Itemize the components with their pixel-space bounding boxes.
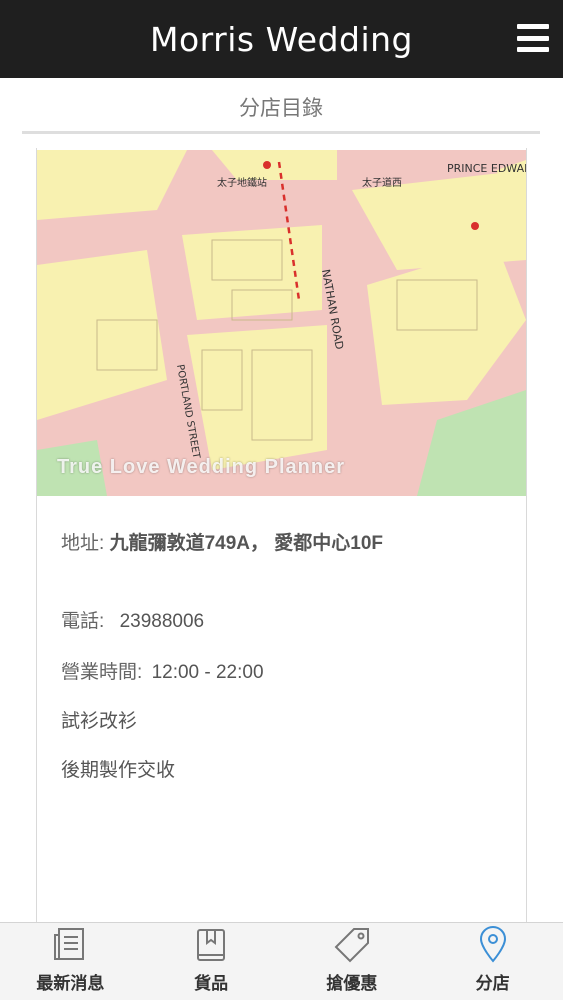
service-item: 試衫改衫 xyxy=(61,711,138,732)
tab-offers[interactable]: 搶優惠 xyxy=(282,923,423,1000)
map-watermark: True Love Wedding Planner xyxy=(57,456,346,478)
tab-news[interactable]: 最新消息 xyxy=(0,923,141,1000)
hours-row: 營業時間: 12:00 - 22:00 xyxy=(61,657,264,684)
hours-value: 12:00 - 22:00 xyxy=(151,662,264,683)
tab-products[interactable]: 貨品 xyxy=(141,923,282,1000)
tag-icon xyxy=(334,928,369,963)
hours-label: 營業時間: xyxy=(61,662,143,683)
tab-label: 貨品 xyxy=(194,974,229,993)
hamburger-menu-icon[interactable] xyxy=(517,24,549,52)
news-icon xyxy=(54,928,85,960)
tab-label: 最新消息 xyxy=(36,974,105,993)
phone-label: 電話: xyxy=(61,611,105,632)
page-title: 分店目錄 xyxy=(22,92,540,134)
tab-label: 分店 xyxy=(475,974,510,993)
map-label-prince-edward-cn: 太子道西 xyxy=(362,176,402,189)
book-icon xyxy=(197,929,226,961)
bottom-tab-bar: 最新消息 貨品 搶優惠 分店 xyxy=(0,922,563,1000)
address-row: 地址: 九龍彌敦道749A， 愛都中心10F xyxy=(61,528,383,555)
store-map[interactable]: 太子地鐵站 PRINCE EDWARD 太子道西 NATHAN ROAD POR… xyxy=(37,150,526,496)
service-item: 後期製作交收 xyxy=(61,760,176,781)
app-title: Morris Wedding xyxy=(150,19,413,59)
map-label-mtr: 太子地鐵站 xyxy=(217,176,267,189)
location-pin-icon xyxy=(479,926,506,963)
address-value: 九龍彌敦道749A， 愛都中心10F xyxy=(109,533,384,554)
app-header: Morris Wedding xyxy=(0,0,563,78)
map-graphic: 太子地鐵站 PRINCE EDWARD 太子道西 NATHAN ROAD POR… xyxy=(37,150,526,496)
phone-row: 電話: 23988006 xyxy=(61,606,204,633)
phone-value[interactable]: 23988006 xyxy=(120,611,205,632)
map-label-prince-edward: PRINCE EDWARD xyxy=(447,162,526,175)
store-card: 太子地鐵站 PRINCE EDWARD 太子道西 NATHAN ROAD POR… xyxy=(36,148,527,938)
tab-label: 搶優惠 xyxy=(326,974,378,993)
address-label: 地址: xyxy=(61,533,105,554)
tab-branches[interactable]: 分店 xyxy=(422,923,563,1000)
